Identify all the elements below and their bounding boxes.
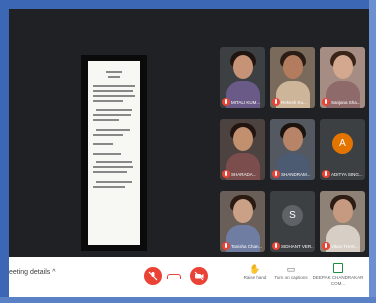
participant-name: Rekesh Ku... [281, 100, 307, 105]
raise-hand-button[interactable]: ✋ Raise hand [235, 263, 275, 281]
participant-name: Tanisha Chan... [231, 244, 263, 249]
frame-border-bottom [0, 297, 376, 303]
participant-tile[interactable]: S SIDHANT VER... [270, 191, 315, 252]
mic-off-icon [222, 98, 230, 106]
presenter-name: DEEPAK CHANDRAKAR COM... [312, 275, 364, 286]
presenting-indicator[interactable]: DEEPAK CHANDRAKAR COM... [309, 263, 367, 287]
participant-face [233, 55, 253, 79]
frame-border-top [0, 0, 376, 9]
participant-face [283, 55, 303, 79]
participant-name: SIDHANT VER... [281, 244, 314, 249]
participant-tile[interactable]: Vikas THAK... [320, 191, 365, 252]
frame-border-left [0, 0, 9, 303]
bottom-toolbar: eeting details ^ ✋ Raise hand ▭ Turn on … [9, 257, 369, 297]
participant-name: ADITYA SING... [331, 172, 363, 177]
participant-face [283, 127, 303, 151]
mic-off-icon [222, 170, 230, 178]
raise-hand-label: Raise hand [243, 275, 267, 280]
participant-face [233, 127, 253, 151]
participant-name: SHANDRAM... [281, 172, 311, 177]
meeting-details-label: eeting details [9, 269, 51, 276]
captions-button[interactable]: ▭ Turn on captions [271, 263, 311, 281]
present-screen-icon [309, 263, 367, 275]
leave-call-button[interactable] [162, 267, 184, 285]
mic-off-icon [272, 170, 280, 178]
participant-tile[interactable]: SHANDRAM... [270, 119, 315, 180]
participant-face [333, 199, 353, 223]
mic-off-icon [322, 170, 330, 178]
screen-frame: MITALI KUM... Rekesh Ku... Sanjana Sha... S… [0, 0, 376, 303]
camera-off-icon [194, 271, 204, 281]
participant-face [233, 199, 253, 223]
participant-tile[interactable]: MITALI KUM... [220, 47, 265, 108]
hand-icon: ✋ [249, 264, 261, 274]
frame-border-right [369, 0, 376, 303]
participant-grid: MITALI KUM... Rekesh Ku... Sanjana Sha... S… [220, 47, 369, 255]
presentation-stage [81, 55, 147, 251]
meeting-window: MITALI KUM... Rekesh Ku... Sanjana Sha... S… [9, 9, 369, 297]
mic-off-icon [272, 242, 280, 250]
mic-off-icon [148, 271, 158, 281]
mic-off-icon [322, 242, 330, 250]
participant-name: Sanjana Sha... [331, 100, 361, 105]
mic-toggle-button[interactable] [144, 267, 162, 285]
meeting-details-button[interactable]: eeting details ^ [9, 269, 56, 276]
participant-avatar: A [332, 133, 353, 154]
participant-tile[interactable]: Sanjana Sha... [320, 47, 365, 108]
participant-name: Vikas THAK... [331, 244, 359, 249]
mic-off-icon [272, 98, 280, 106]
captions-label: Turn on captions [274, 275, 308, 280]
chevron-up-icon: ^ [52, 269, 56, 276]
participant-name: MITALI KUM... [231, 100, 261, 105]
mic-off-icon [222, 242, 230, 250]
participant-name: SHARADA... [231, 172, 257, 177]
shared-document [88, 61, 140, 245]
participant-tile[interactable]: A ADITYA SING... [320, 119, 365, 180]
mic-off-icon [322, 98, 330, 106]
participant-tile[interactable]: SHARADA... [220, 119, 265, 180]
captions-icon: ▭ [286, 264, 296, 274]
participant-tile[interactable]: Rekesh Ku... [270, 47, 315, 108]
participant-tile[interactable]: Tanisha Chan... [220, 191, 265, 252]
participant-avatar: S [282, 205, 303, 226]
camera-toggle-button[interactable] [190, 267, 208, 285]
participant-face [333, 55, 353, 79]
